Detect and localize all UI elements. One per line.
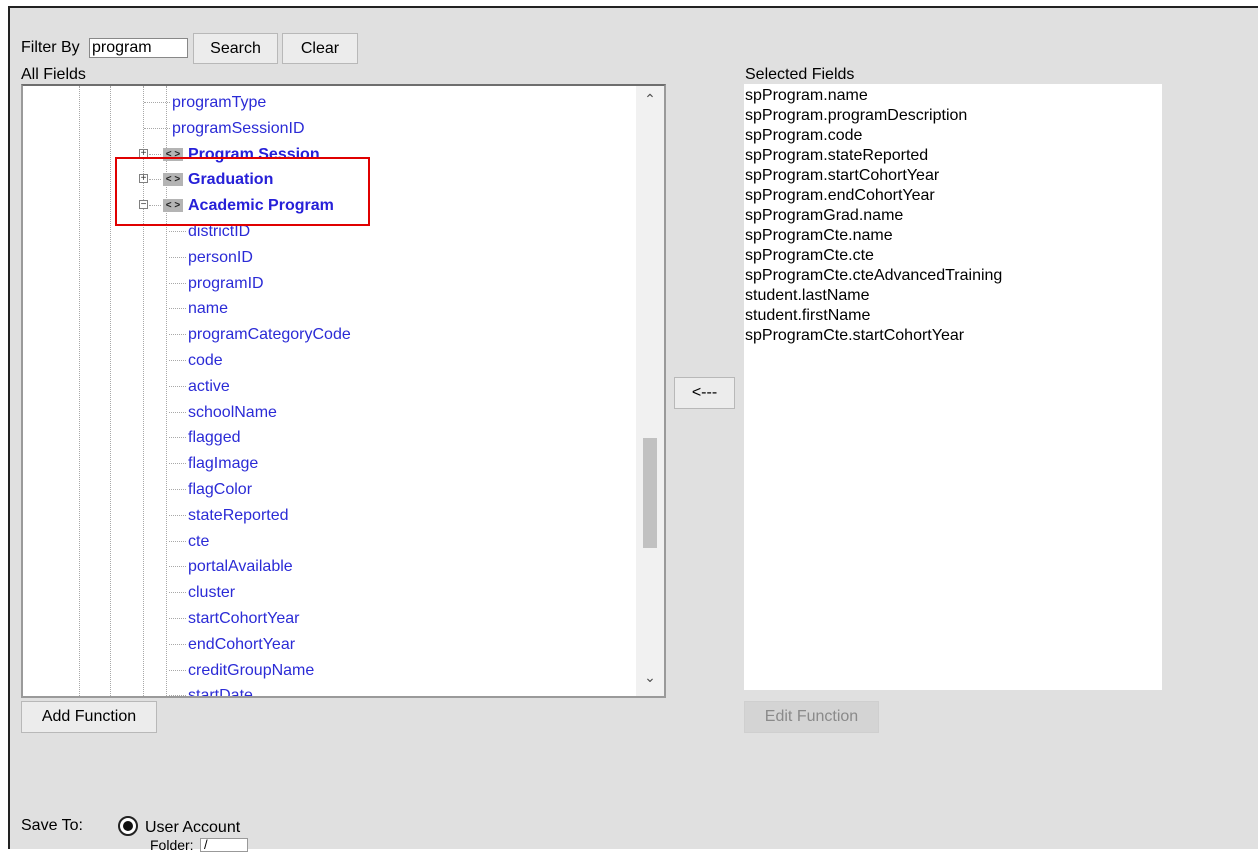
tree-leaf-label: name xyxy=(188,300,229,318)
tree-leaf[interactable]: cte xyxy=(23,529,623,555)
tree-leaf-label: creditGroupName xyxy=(188,661,315,679)
tree-leaf[interactable]: schoolName xyxy=(23,400,623,426)
tree-leaf-label: endCohortYear xyxy=(188,635,296,653)
selected-field-item[interactable]: spProgram.endCohortYear xyxy=(745,186,1161,206)
tree-leaf-label: stateReported xyxy=(188,506,289,524)
tree-leaf-label: flagImage xyxy=(188,455,259,473)
selected-field-item[interactable]: spProgram.name xyxy=(745,86,1161,106)
tree-leaf[interactable]: programSessionID xyxy=(23,116,623,142)
tree-leaf-label: code xyxy=(188,352,223,369)
tree-leaf[interactable]: startCohortYear xyxy=(23,606,623,632)
tree-connector xyxy=(144,102,170,103)
tree-leaf-label: programSessionID xyxy=(172,119,305,137)
chevron-up-icon[interactable]: ⌃ xyxy=(643,92,657,106)
tree-leaf[interactable]: programCategoryCode xyxy=(23,322,623,348)
tree-leaf[interactable]: programType xyxy=(23,90,623,116)
clear-button[interactable]: Clear xyxy=(282,33,358,64)
tree-connector xyxy=(169,334,186,336)
tree-connector xyxy=(169,618,186,619)
tree-leaf-label: flagColor xyxy=(188,481,253,498)
tree-leaf-label: flagged xyxy=(188,429,241,447)
tree-connector xyxy=(169,566,186,568)
tree-leaf[interactable]: flagColor xyxy=(23,477,623,503)
folder-label: Folder: xyxy=(150,837,194,853)
tree-connector xyxy=(144,127,170,129)
tree-connector xyxy=(169,231,186,232)
scrollbar-thumb[interactable] xyxy=(643,438,657,548)
tree-connector xyxy=(169,360,186,361)
selected-field-item[interactable]: spProgramCte.name xyxy=(745,226,1161,246)
tree-connector xyxy=(169,695,186,696)
selected-fields-label: Selected Fields xyxy=(745,66,855,83)
tree-leaf[interactable]: name xyxy=(23,296,623,322)
filter-label: Filter By xyxy=(21,39,80,56)
user-account-radio[interactable] xyxy=(118,816,138,836)
tree-leaf-label: portalAvailable xyxy=(188,558,293,576)
save-to-label: Save To: xyxy=(21,817,83,834)
selected-field-item[interactable]: spProgram.programDescription xyxy=(745,106,1161,126)
folder-select[interactable]: / xyxy=(200,838,248,852)
tree-leaf[interactable]: active xyxy=(23,374,623,400)
tree-connector xyxy=(169,282,186,284)
tree-leaf[interactable]: endCohortYear xyxy=(23,632,623,658)
tree-leaf-label: active xyxy=(188,377,230,395)
selected-field-item[interactable]: spProgramCte.startCohortYear xyxy=(745,326,1161,346)
all-fields-label: All Fields xyxy=(21,66,86,83)
tree-leaf[interactable]: portalAvailable xyxy=(23,554,623,580)
selected-field-item[interactable]: spProgram.code xyxy=(745,126,1161,146)
remove-field-button[interactable]: <--- xyxy=(674,377,735,409)
tree-leaf[interactable]: stateReported xyxy=(23,503,623,529)
tree-connector xyxy=(169,308,186,310)
tree-connector xyxy=(169,437,186,439)
tree-leaf[interactable]: creditGroupName xyxy=(23,658,623,684)
tree-connector xyxy=(169,256,186,258)
selected-field-item[interactable]: spProgramCte.cte xyxy=(745,246,1161,266)
tree-connector xyxy=(169,411,186,413)
tree-leaf[interactable]: programID xyxy=(23,271,623,297)
tree-leaf[interactable]: code xyxy=(23,348,623,374)
tree-connector xyxy=(169,489,186,490)
search-button[interactable]: Search xyxy=(193,33,278,64)
tree-leaf-label: cluster xyxy=(188,584,236,602)
tree-leaf-label: schoolName xyxy=(188,403,277,421)
selected-fields-content: spProgram.name spProgram.programDescripti… xyxy=(745,86,1161,346)
selected-fields-list[interactable]: spProgram.name spProgram.programDescripti… xyxy=(744,84,1162,690)
tree-leaf[interactable]: flagged xyxy=(23,425,623,451)
tree-leaf[interactable]: startDate xyxy=(23,683,623,698)
tree-leaf-label: programID xyxy=(188,274,264,292)
tree-scrollbar[interactable]: ⌃ ⌄ xyxy=(636,86,664,696)
add-function-button[interactable]: Add Function xyxy=(21,701,157,733)
selected-field-item[interactable]: spProgramGrad.name xyxy=(745,206,1161,226)
selected-field-item[interactable]: spProgramCte.cteAdvancedTraining xyxy=(745,266,1161,286)
tree-connector xyxy=(169,385,186,387)
tree-leaf-label: cte xyxy=(188,532,210,550)
user-account-label: User Account xyxy=(145,819,241,836)
tree-leaf-label: personID xyxy=(188,248,253,266)
filter-input[interactable] xyxy=(89,38,188,58)
tree-leaf-label: startDate xyxy=(188,687,253,698)
tree-connector xyxy=(169,540,186,542)
tree-leaf[interactable]: flagImage xyxy=(23,451,623,477)
tree-leaf[interactable]: personID xyxy=(23,245,623,271)
tree-connector xyxy=(169,643,186,645)
selected-field-item[interactable]: student.firstName xyxy=(745,306,1161,326)
tree-leaf[interactable]: cluster xyxy=(23,580,623,606)
edit-function-button[interactable]: Edit Function xyxy=(744,701,879,733)
selected-field-item[interactable]: student.lastName xyxy=(745,286,1161,306)
tree-connector xyxy=(149,153,161,155)
tree-connector xyxy=(169,514,186,516)
highlight-annotation xyxy=(115,157,370,226)
tree-connector xyxy=(169,669,186,671)
tree-leaf-label: startCohortYear xyxy=(188,610,300,627)
chevron-down-icon[interactable]: ⌄ xyxy=(643,670,657,684)
selected-field-item[interactable]: spProgram.startCohortYear xyxy=(745,166,1161,186)
tree-leaf-label: programType xyxy=(172,94,267,111)
tree-leaf-label: programCategoryCode xyxy=(188,326,351,344)
tree-connector xyxy=(169,592,186,594)
tree-connector xyxy=(169,463,186,465)
selected-field-item[interactable]: spProgram.stateReported xyxy=(745,146,1161,166)
